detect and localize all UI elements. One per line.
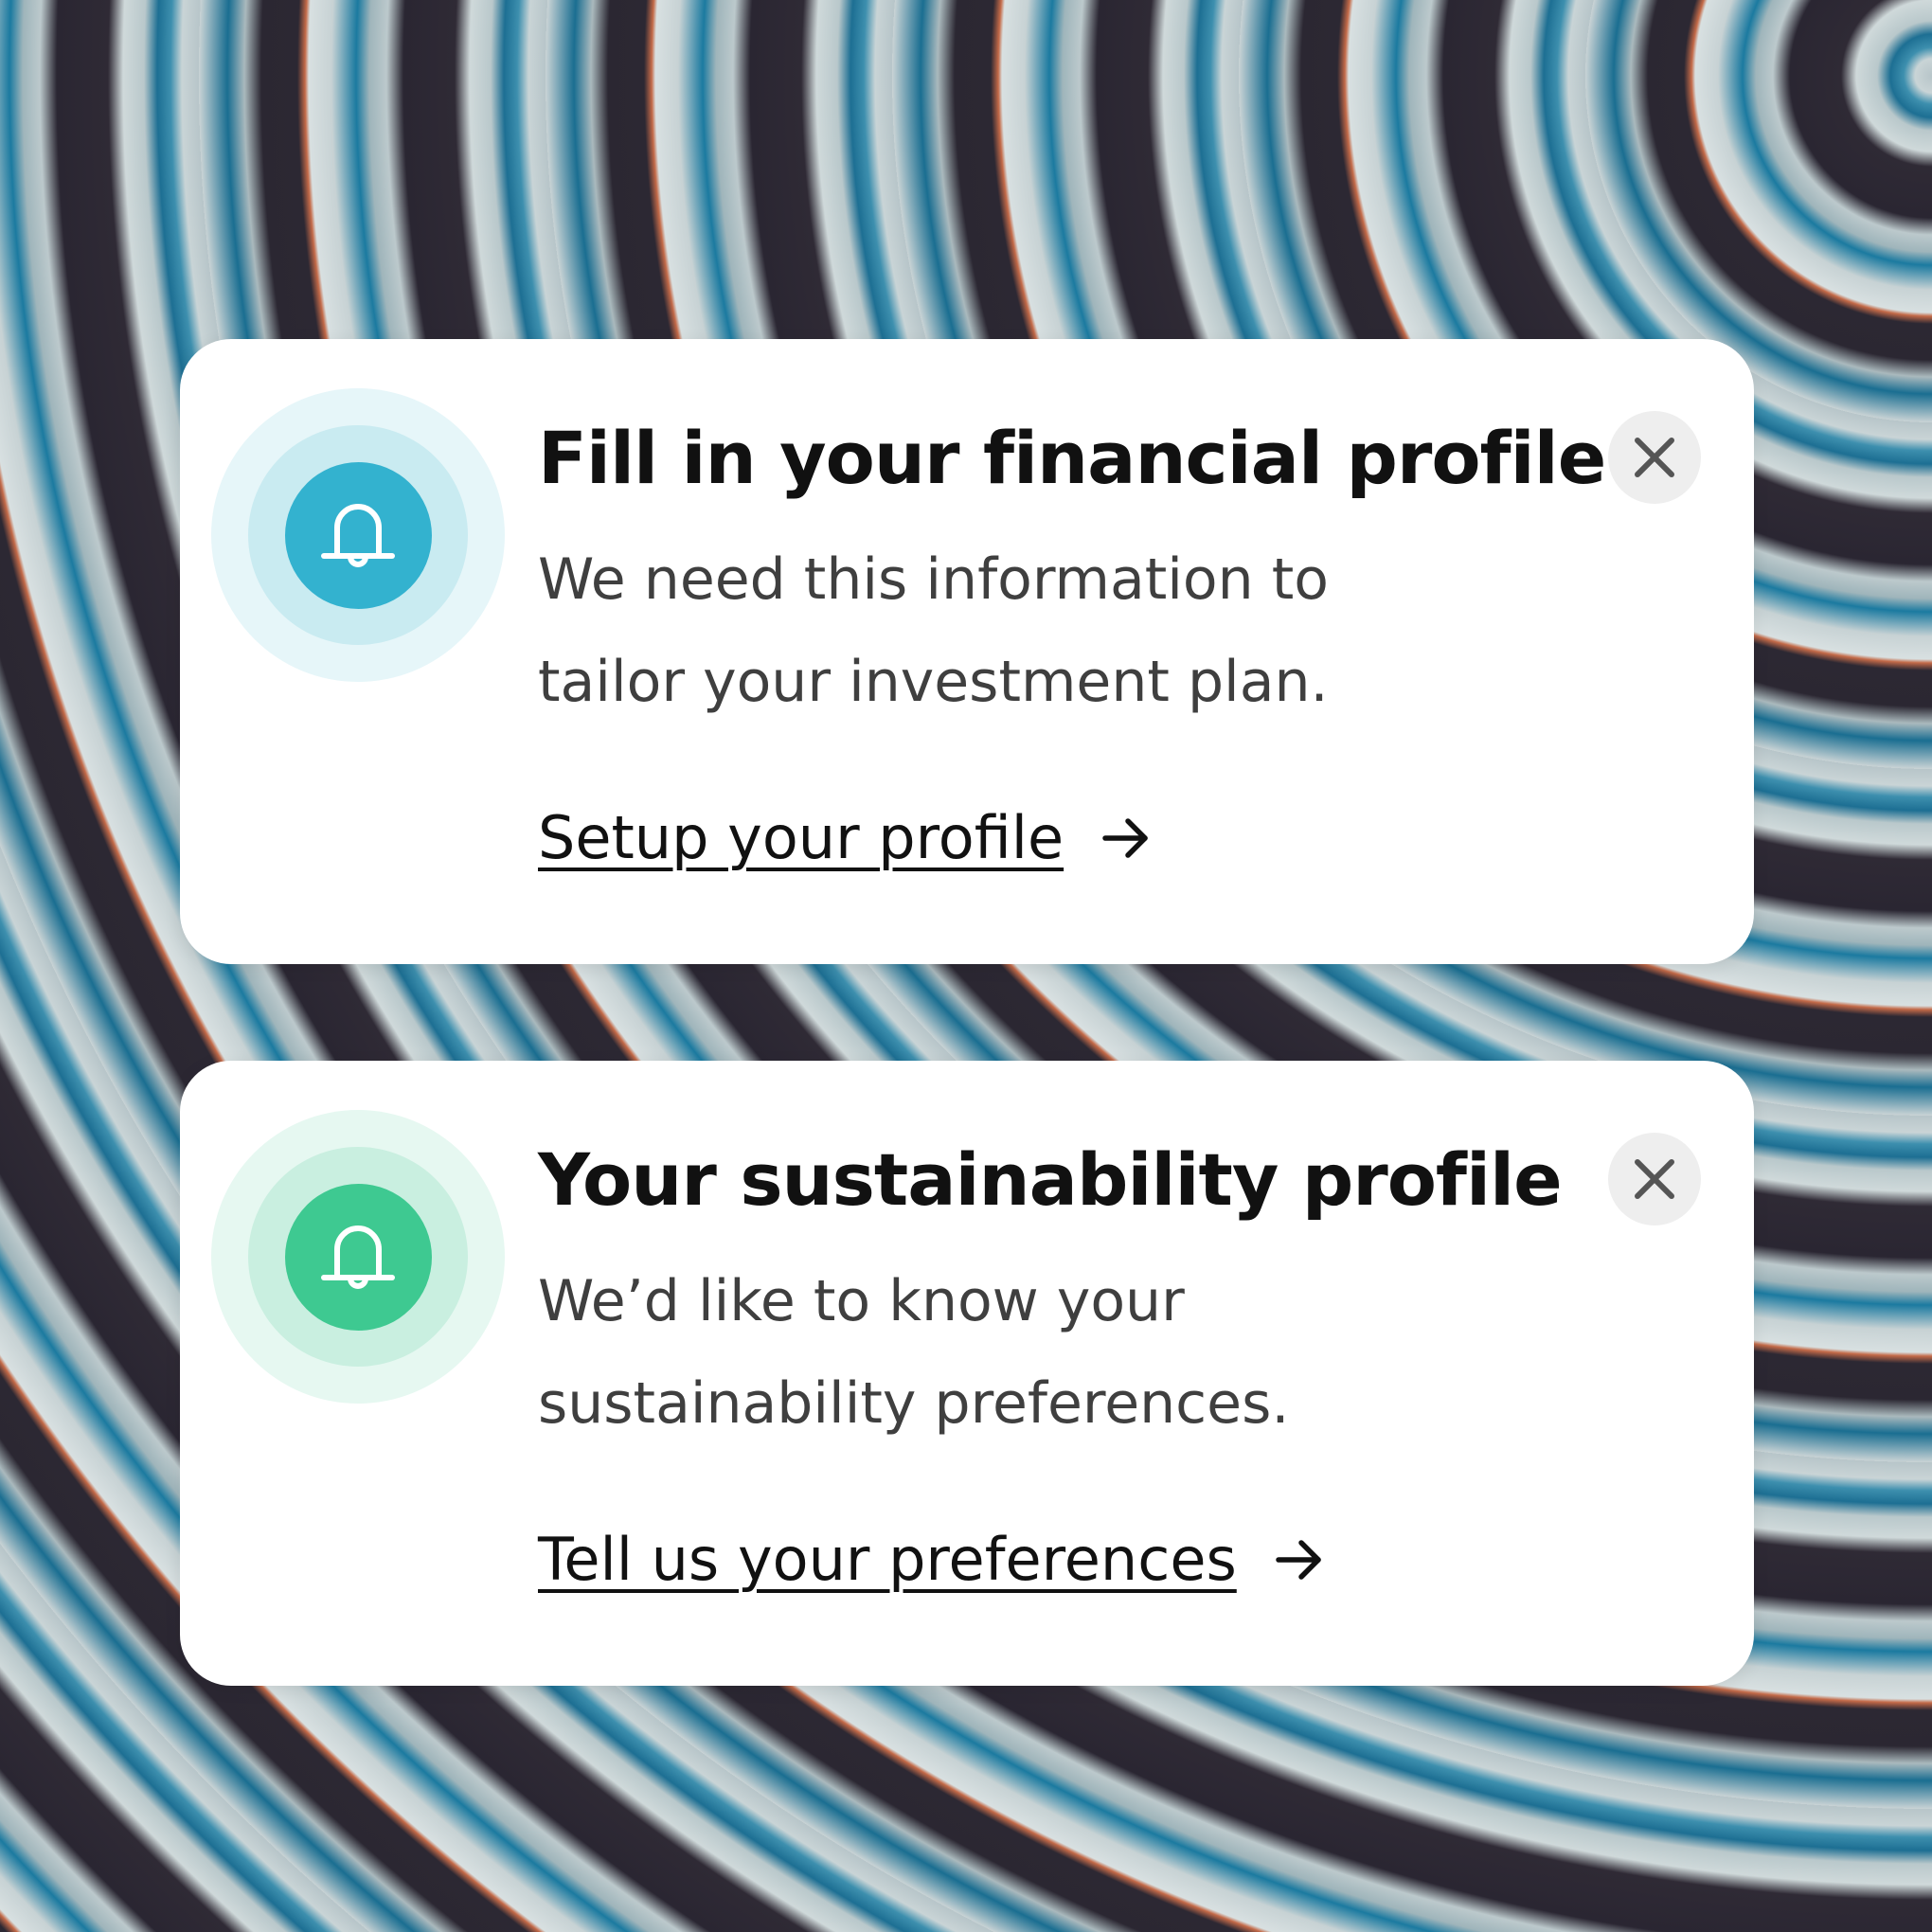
- close-button[interactable]: [1608, 1133, 1701, 1225]
- close-icon: [1635, 1159, 1674, 1199]
- notification-card-sustainability-profile: Your sustainability profile We’d like to…: [180, 1061, 1754, 1686]
- cta-label: Tell us your preferences: [538, 1525, 1237, 1594]
- card-description-line: We’d like to know your: [538, 1268, 1185, 1334]
- notification-card-financial-profile: Fill in your financial profile We need t…: [180, 339, 1754, 964]
- notification-badge: [211, 1110, 505, 1404]
- close-icon: [1635, 438, 1674, 477]
- setup-profile-link[interactable]: Setup your profile: [538, 803, 1153, 872]
- arrow-right-icon: [1102, 817, 1148, 858]
- bell-icon: [321, 504, 395, 567]
- cta-label: Setup your profile: [538, 803, 1064, 872]
- card-description-line: sustainability preferences.: [538, 1370, 1290, 1437]
- card-description: We’d like to know your sustainability pr…: [538, 1250, 1485, 1455]
- tell-us-preferences-link[interactable]: Tell us your preferences: [538, 1525, 1326, 1594]
- close-button[interactable]: [1608, 411, 1701, 504]
- card-title: Fill in your financial profile: [538, 416, 1606, 500]
- card-description-line: tailor your investment plan.: [538, 649, 1329, 715]
- bell-icon: [321, 1225, 395, 1289]
- notification-badge: [211, 388, 505, 682]
- card-description: We need this information to tailor your …: [538, 528, 1485, 733]
- card-description-line: We need this information to: [538, 546, 1329, 613]
- arrow-right-icon: [1276, 1539, 1321, 1580]
- card-title: Your sustainability profile: [538, 1137, 1563, 1222]
